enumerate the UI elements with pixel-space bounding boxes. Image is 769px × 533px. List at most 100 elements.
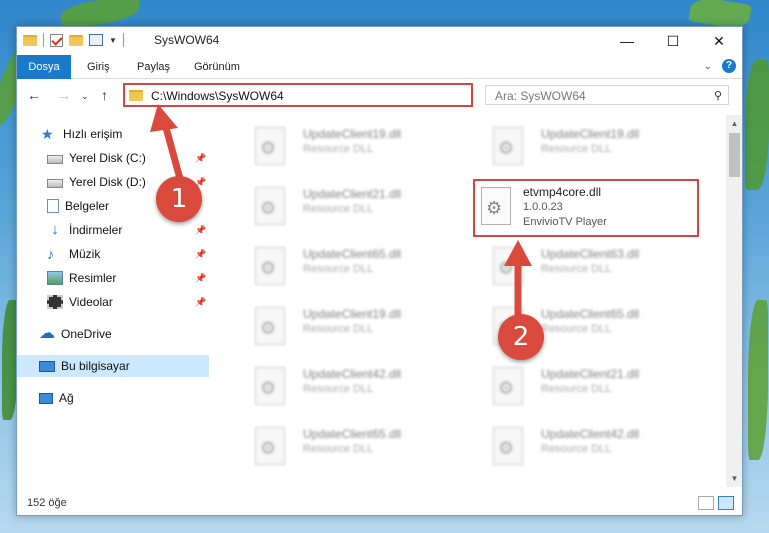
window-controls: — ☐ ✕ (604, 27, 742, 55)
file-item[interactable]: UpdateClient65.dll Resource DLL (235, 241, 465, 293)
scroll-down-arrow-icon[interactable]: ▼ (726, 470, 742, 487)
dll-file-icon (255, 367, 285, 405)
nav-item-music[interactable]: ♪ Müzik (47, 243, 100, 265)
pin-icon[interactable]: 📌 (195, 249, 206, 260)
nav-item-quick-access[interactable]: ★ Hızlı erişim (41, 123, 122, 145)
file-type: Resource DLL (303, 443, 374, 455)
dll-file-icon (255, 427, 285, 465)
details-view-icon[interactable] (698, 496, 714, 510)
scrollbar-thumb[interactable] (729, 133, 740, 177)
nav-item-onedrive[interactable]: ☁ OneDrive (39, 323, 112, 345)
music-icon: ♪ (47, 246, 54, 262)
address-row: ← → ⌄ ↑ C:\Windows\SysWOW64 ⌄ ↻ Ara: Sys… (17, 79, 742, 115)
drive-icon (47, 155, 63, 164)
navigation-pane: ★ Hızlı erişim Yerel Disk (C:) 📌 Yerel D… (17, 117, 209, 487)
nav-item-downloads[interactable]: ↓ İndirmeler (47, 219, 122, 241)
properties-check-icon[interactable] (50, 33, 63, 47)
ribbon-controls: ⌄ ? (704, 59, 736, 73)
up-arrow-icon[interactable]: ↑ (101, 87, 108, 103)
file-item[interactable]: UpdateClient63.dll Resource DLL (473, 241, 703, 293)
background-leaf (748, 300, 768, 460)
computer-icon (39, 361, 55, 372)
file-type: Resource DLL (541, 143, 612, 155)
cloud-icon: ☁ (39, 325, 55, 342)
file-item[interactable]: UpdateClient42.dll Resource DLL (473, 421, 703, 473)
minimize-button[interactable]: — (604, 27, 650, 55)
recent-locations-chevron-icon[interactable]: ⌄ (81, 91, 89, 102)
folder-icon (23, 34, 37, 46)
file-item[interactable]: UpdateClient21.dll Resource DLL (235, 181, 465, 233)
dll-file-icon (255, 187, 285, 225)
file-name: UpdateClient19.dll (541, 127, 640, 141)
help-icon[interactable]: ? (722, 59, 736, 73)
pin-icon[interactable]: 📌 (195, 153, 206, 164)
pin-icon[interactable]: 📌 (195, 273, 206, 284)
file-item[interactable]: UpdateClient65.dll Resource DLL (235, 421, 465, 473)
nav-item-local-disk-c[interactable]: Yerel Disk (C:) (47, 147, 146, 169)
dll-file-icon (481, 187, 511, 225)
documents-icon (47, 199, 59, 213)
file-type: Resource DLL (303, 203, 374, 215)
chevron-down-icon[interactable]: ⌄ (704, 61, 712, 72)
separator (43, 33, 44, 47)
status-bar: 152 öğe (17, 493, 742, 515)
ribbon: Dosya Giriş Paylaş Görünüm ⌄ ? (17, 55, 742, 79)
file-item[interactable]: UpdateClient19.dll Resource DLL (473, 121, 703, 173)
download-icon: ↓ (51, 221, 59, 238)
vertical-scrollbar[interactable]: ▲ ▼ (726, 115, 742, 487)
file-type: Resource DLL (303, 143, 374, 155)
star-icon: ★ (41, 126, 54, 142)
file-item[interactable]: UpdateClient21.dll Resource DLL (473, 361, 703, 413)
new-folder-icon[interactable] (69, 34, 83, 46)
back-arrow-icon[interactable]: ← (27, 87, 41, 103)
close-button[interactable]: ✕ (696, 27, 742, 55)
pin-icon[interactable]: 📌 (195, 225, 206, 236)
search-placeholder: Ara: SysWOW64 (495, 89, 586, 103)
file-type: Resource DLL (303, 263, 374, 275)
nav-item-network[interactable]: Ağ (39, 387, 74, 409)
file-name: UpdateClient65.dll (303, 427, 402, 441)
file-name: UpdateClient19.dll (303, 127, 402, 141)
file-name: UpdateClient21.dll (303, 187, 402, 201)
address-path[interactable]: C:\Windows\SysWOW64 (151, 89, 284, 103)
forward-arrow-icon[interactable]: → (57, 87, 71, 103)
file-type: Resource DLL (303, 383, 374, 395)
search-input[interactable]: Ara: SysWOW64 ⚲ (485, 85, 729, 105)
tab-home[interactable]: Giriş (87, 55, 110, 79)
dll-file-icon (493, 427, 523, 465)
large-icons-view-icon[interactable] (718, 496, 734, 510)
tab-share[interactable]: Paylaş (137, 55, 170, 79)
separator (122, 33, 124, 47)
file-name: UpdateClient19.dll (303, 307, 402, 321)
search-icon[interactable]: ⚲ (714, 89, 722, 102)
properties-icon[interactable] (89, 34, 103, 46)
step-2-badge: 2 (498, 314, 544, 360)
explorer-window: ▼ SysWOW64 — ☐ ✕ Dosya Giriş Paylaş Görü… (16, 26, 743, 516)
file-item[interactable]: UpdateClient19.dll Resource DLL (235, 121, 465, 173)
nav-item-videos[interactable]: Videolar (47, 291, 113, 313)
address-bar[interactable]: C:\Windows\SysWOW64 ⌄ ↻ (123, 83, 576, 107)
pin-icon[interactable]: 📌 (195, 297, 206, 308)
nav-item-this-pc[interactable]: Bu bilgisayar (17, 355, 209, 377)
file-list: UpdateClient19.dll Resource DLL UpdateCl… (217, 115, 725, 487)
highlighted-file-item[interactable]: etvmp4core.dll 1.0.0.23 EnvivioTV Player (473, 179, 699, 237)
tab-view[interactable]: Görünüm (194, 55, 240, 79)
file-item[interactable]: UpdateClient42.dll Resource DLL (235, 361, 465, 413)
nav-item-label: Yerel Disk (D:) (69, 175, 146, 189)
dll-file-icon (493, 247, 523, 285)
file-name: UpdateClient42.dll (303, 367, 402, 381)
file-type: Resource DLL (541, 443, 612, 455)
maximize-button[interactable]: ☐ (650, 27, 696, 55)
scroll-up-arrow-icon[interactable]: ▲ (726, 115, 742, 132)
chevron-down-icon[interactable]: ▼ (109, 36, 117, 45)
nav-item-label: Müzik (69, 247, 101, 261)
step-1-badge: 1 (156, 176, 202, 222)
nav-item-documents[interactable]: Belgeler (47, 195, 109, 217)
file-name: UpdateClient65.dll (303, 247, 402, 261)
nav-item-label: Resimler (69, 271, 117, 285)
nav-item-local-disk-d[interactable]: Yerel Disk (D:) (47, 171, 146, 193)
file-item[interactable]: UpdateClient19.dll Resource DLL (235, 301, 465, 353)
nav-item-pictures[interactable]: Resimler (47, 267, 116, 289)
video-icon (47, 295, 63, 309)
tab-file[interactable]: Dosya (17, 55, 71, 79)
